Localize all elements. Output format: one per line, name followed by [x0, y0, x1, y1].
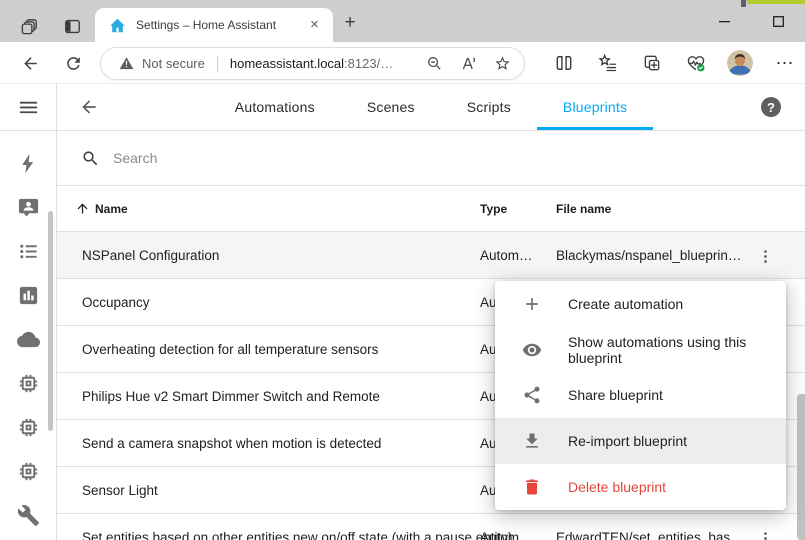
blueprint-context-menu: Create automation Show automations using…: [495, 281, 786, 510]
read-aloud-icon[interactable]: [458, 54, 478, 74]
collections-icon[interactable]: [639, 51, 664, 76]
trash-icon: [522, 477, 542, 497]
home-assistant-favicon: [109, 17, 126, 34]
browser-titlebar: Settings – Home Assistant × +: [0, 0, 805, 42]
minimize-button[interactable]: [697, 6, 751, 36]
ha-topbar: Automations Scenes Scripts Blueprints ?: [57, 84, 805, 131]
row-overflow-menu-icon[interactable]: [753, 244, 777, 268]
split-screen-icon[interactable]: [551, 51, 576, 76]
search-bar: [57, 131, 805, 186]
tab-scenes[interactable]: Scenes: [341, 84, 441, 130]
sidebar-developer-tools-icon[interactable]: [0, 494, 56, 537]
new-tab-button[interactable]: +: [340, 13, 360, 33]
browser-addressbar: Not secure homeassistant.local:8123/…: [0, 42, 805, 84]
browser-toolbar: ⋯: [551, 50, 797, 76]
ha-back-button[interactable]: [77, 95, 101, 119]
vertical-tabs-icon[interactable]: [60, 14, 84, 38]
profile-avatar[interactable]: [727, 50, 753, 76]
tab-close-icon[interactable]: ×: [306, 17, 323, 34]
menu-item-show-automations[interactable]: Show automations using this blueprint: [495, 327, 786, 373]
plus-icon: [522, 294, 542, 314]
window-controls: [697, 0, 805, 42]
help-icon[interactable]: ?: [761, 97, 781, 117]
sidebar-menu-icon[interactable]: [17, 96, 40, 119]
url-text[interactable]: homeassistant.local:8123/…: [230, 56, 410, 71]
table-row[interactable]: NSPanel Configuration Autom… Blackymas/n…: [57, 232, 805, 279]
row-overflow-menu-icon[interactable]: [753, 526, 777, 540]
table-header: Name Type File name: [57, 186, 805, 232]
tab-actions-icon[interactable]: [17, 14, 41, 38]
settings-tabs: Automations Scenes Scripts Blueprints: [209, 84, 653, 130]
security-label[interactable]: Not secure: [142, 56, 205, 71]
maximize-button[interactable]: [751, 6, 805, 36]
tab-automations[interactable]: Automations: [209, 84, 341, 130]
tab-blueprints[interactable]: Blueprints: [537, 84, 653, 130]
omnibox-divider: [217, 56, 218, 72]
browser-essentials-icon[interactable]: [683, 51, 708, 76]
column-header-type[interactable]: Type: [480, 186, 507, 231]
eye-icon: [522, 340, 542, 360]
column-header-name[interactable]: Name: [75, 186, 128, 231]
browser-back-button[interactable]: [18, 51, 42, 75]
browser-tab-active[interactable]: Settings – Home Assistant ×: [95, 8, 333, 42]
menu-item-delete-blueprint[interactable]: Delete blueprint: [495, 464, 786, 510]
browser-more-icon[interactable]: ⋯: [772, 51, 797, 76]
search-input[interactable]: [113, 150, 805, 166]
tab-scripts[interactable]: Scripts: [441, 84, 537, 130]
ha-sidebar: [0, 84, 57, 540]
not-secure-warning-icon[interactable]: [119, 56, 134, 71]
sort-ascending-icon: [75, 201, 90, 216]
screen-share-notch: [741, 0, 746, 7]
main-scrollbar[interactable]: [797, 394, 805, 540]
tab-title: Settings – Home Assistant: [136, 18, 306, 32]
menu-item-create-automation[interactable]: Create automation: [495, 281, 786, 327]
sidebar-scrollbar[interactable]: [48, 211, 53, 431]
address-omnibox[interactable]: Not secure homeassistant.local:8123/…: [100, 47, 525, 80]
share-icon: [522, 385, 542, 405]
column-header-file[interactable]: File name: [556, 186, 611, 231]
download-icon: [522, 431, 542, 451]
sidebar-energy-icon[interactable]: [0, 142, 56, 185]
menu-item-share-blueprint[interactable]: Share blueprint: [495, 373, 786, 419]
table-row[interactable]: Set entities based on other entities new…: [57, 514, 805, 540]
favorites-hub-icon[interactable]: [595, 51, 620, 76]
menu-item-reimport-blueprint[interactable]: Re-import blueprint: [495, 418, 786, 464]
favorite-star-icon[interactable]: [492, 54, 512, 74]
sidebar-device-chip-icon[interactable]: [0, 450, 56, 493]
url-path: :8123/…: [344, 56, 393, 71]
url-host: homeassistant.local: [230, 56, 344, 71]
search-icon: [81, 149, 100, 168]
screen-share-strip: [747, 0, 805, 4]
zoom-out-icon[interactable]: [424, 54, 444, 74]
browser-window: Settings – Home Assistant × + Not secure…: [0, 0, 805, 540]
browser-refresh-button[interactable]: [61, 51, 85, 75]
